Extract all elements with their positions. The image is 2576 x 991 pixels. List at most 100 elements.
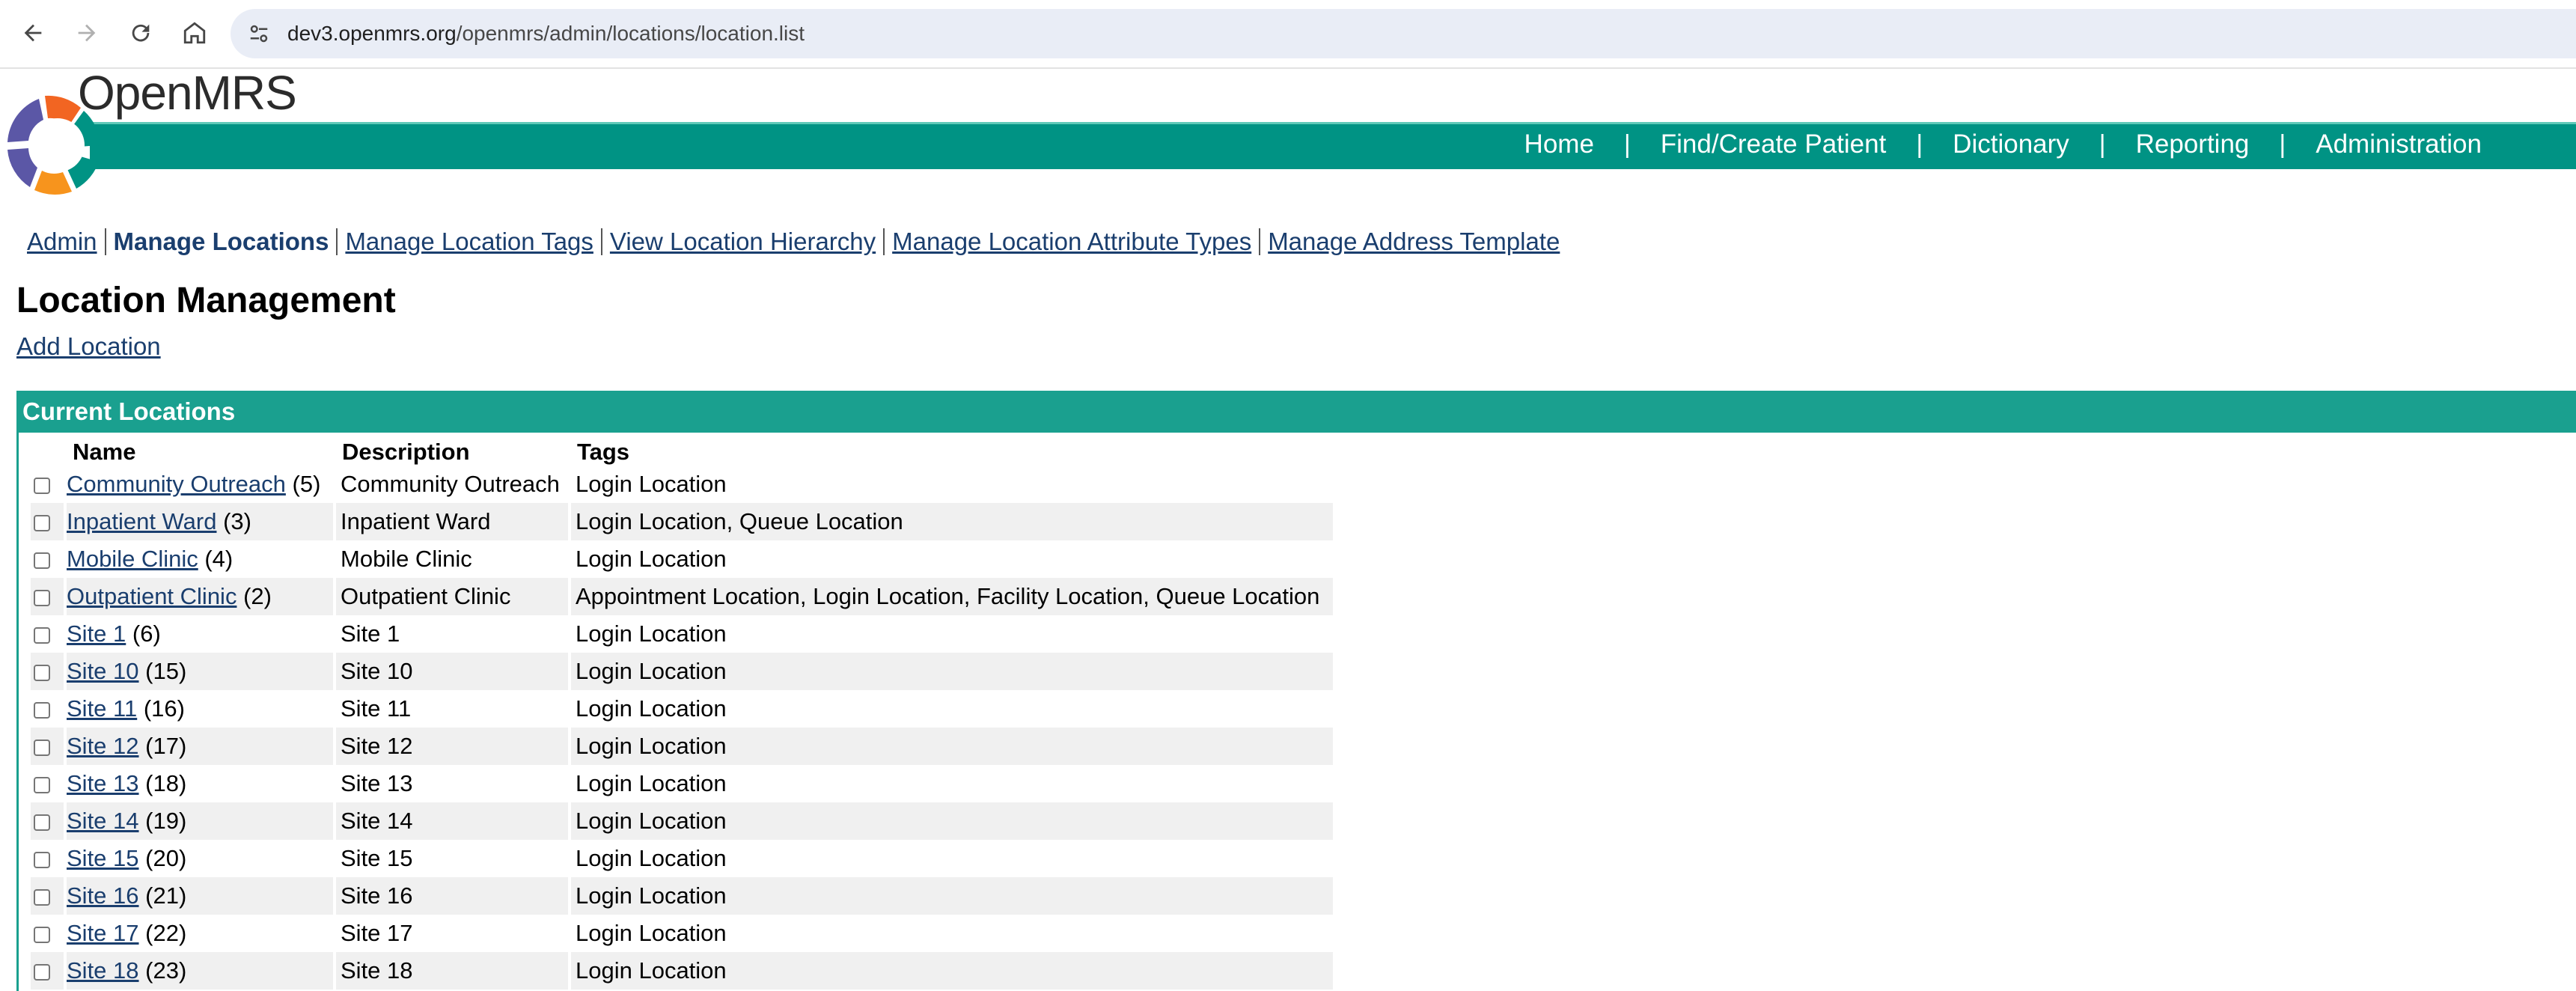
row-checkbox[interactable] (34, 888, 50, 906)
subnav-separator (883, 228, 885, 255)
subnav-manage-address-template[interactable]: Manage Address Template (1268, 228, 1560, 256)
reload-icon[interactable] (124, 16, 157, 49)
row-select-cell (31, 690, 67, 728)
forward-icon[interactable] (70, 16, 103, 49)
location-link[interactable]: Site 12 (67, 733, 139, 759)
nav-reporting[interactable]: Reporting (2106, 129, 2280, 159)
table-row: Site 1 (6) Site 1 Login Location (31, 615, 1336, 653)
location-id: (17) (145, 733, 187, 759)
subnav-separator (1259, 228, 1261, 255)
location-name-cell: Mobile Clinic (4) (65, 540, 336, 578)
column-description: Description (342, 439, 470, 465)
subnav-view-location-hierarchy[interactable]: View Location Hierarchy (610, 228, 876, 256)
table-row: Site 10 (15) Site 10 Login Location (31, 653, 1336, 690)
location-description: Site 14 (335, 802, 571, 840)
subnav-separator (600, 228, 602, 255)
location-name-cell: Site 13 (18) (65, 765, 336, 802)
subnav-separator (336, 228, 338, 255)
row-select-cell (31, 765, 67, 802)
row-checkbox[interactable] (34, 776, 50, 793)
row-checkbox[interactable] (34, 963, 50, 981)
openmrs-logo-icon[interactable] (4, 93, 111, 198)
url-path: /openmrs/admin/locations/location.list (456, 22, 805, 45)
location-name-cell: Outpatient Clinic (2) (65, 578, 336, 615)
subnav-admin[interactable]: Admin (27, 228, 97, 256)
location-link[interactable]: Site 15 (67, 845, 139, 871)
location-description: Site 10 (335, 653, 571, 690)
browser-toolbar: dev3.openmrs.org/openmrs/admin/locations… (0, 0, 2576, 69)
row-select-cell (31, 877, 67, 915)
row-select-cell (31, 615, 67, 653)
row-checkbox[interactable] (34, 814, 50, 831)
nav-dictionary[interactable]: Dictionary (1923, 129, 2099, 159)
row-checkbox[interactable] (34, 664, 50, 681)
nav-administration[interactable]: Administration (2286, 129, 2512, 159)
location-link[interactable]: Site 13 (67, 770, 139, 796)
location-subnav: Admin Manage Locations Manage Location T… (27, 225, 1560, 259)
url-text[interactable]: dev3.openmrs.org/openmrs/admin/locations… (287, 19, 805, 48)
row-select-cell (31, 653, 67, 690)
table-row: Community Outreach (5) Community Outreach… (31, 466, 1336, 503)
location-description: Community Outreach (335, 466, 571, 503)
table-row: Site 15 (20) Site 15 Login Location (31, 840, 1336, 877)
add-location-link[interactable]: Add Location (16, 332, 161, 361)
location-id: (23) (145, 957, 187, 984)
home-icon[interactable] (178, 16, 211, 49)
location-tags: Login Location (570, 615, 1336, 653)
location-description: Site 17 (335, 915, 571, 952)
row-checkbox[interactable] (34, 477, 50, 494)
location-id: (4) (204, 546, 234, 572)
table-row: Inpatient Ward (3) Inpatient Ward Login Lo… (31, 503, 1336, 540)
nav-separator: | (2099, 129, 2106, 159)
subnav-manage-location-attribute-types[interactable]: Manage Location Attribute Types (892, 228, 1251, 256)
subnav-manage-location-tags[interactable]: Manage Location Tags (345, 228, 593, 256)
address-bar[interactable]: dev3.openmrs.org/openmrs/admin/locations… (231, 9, 2576, 58)
location-link[interactable]: Site 10 (67, 658, 139, 684)
row-checkbox[interactable] (34, 589, 50, 606)
row-select-cell (31, 840, 67, 877)
nav-separator: | (2279, 129, 2286, 159)
location-name-cell: Site 10 (15) (65, 653, 336, 690)
location-name-cell: Site 12 (17) (65, 728, 336, 765)
location-id: (20) (145, 845, 187, 871)
row-checkbox[interactable] (34, 514, 50, 531)
row-checkbox[interactable] (34, 926, 50, 943)
row-checkbox[interactable] (34, 739, 50, 756)
table-row: Outpatient Clinic (2) Outpatient Clinic Ap… (31, 578, 1336, 615)
nav-home[interactable]: Home (1495, 129, 1624, 159)
location-link[interactable]: Site 11 (67, 695, 137, 722)
nav-find-create-patient[interactable]: Find/Create Patient (1631, 129, 1917, 159)
location-link[interactable]: Site 18 (67, 957, 139, 984)
location-name-cell: Site 15 (20) (65, 840, 336, 877)
location-description: Site 12 (335, 728, 571, 765)
location-tags: Login Location (570, 653, 1336, 690)
location-tags: Login Location, Queue Location (570, 503, 1336, 540)
location-description: Outpatient Clinic (335, 578, 571, 615)
location-link[interactable]: Community Outreach (67, 471, 286, 497)
location-link[interactable]: Mobile Clinic (67, 546, 198, 572)
location-link[interactable]: Outpatient Clinic (67, 583, 236, 609)
location-tags: Login Location (570, 728, 1336, 765)
location-tags: Login Location (570, 765, 1336, 802)
location-description: Inpatient Ward (335, 503, 571, 540)
location-link[interactable]: Site 17 (67, 920, 139, 946)
location-link[interactable]: Inpatient Ward (67, 508, 216, 534)
row-checkbox[interactable] (34, 626, 50, 644)
column-select (31, 433, 65, 466)
location-link[interactable]: Site 1 (67, 620, 126, 647)
table-row: Site 18 (23) Site 18 Login Location (31, 952, 1336, 990)
location-id: (16) (143, 695, 185, 722)
location-link[interactable]: Site 16 (67, 882, 139, 909)
location-link[interactable]: Site 14 (67, 808, 139, 834)
back-icon[interactable] (16, 16, 49, 49)
row-checkbox[interactable] (34, 851, 50, 868)
location-tags: Login Location (570, 540, 1336, 578)
subnav-separator (104, 228, 106, 255)
location-name-cell: Inpatient Ward (3) (65, 503, 336, 540)
main-nav: Home | Find/Create Patient | Dictionary … (1495, 122, 2512, 167)
location-tags: Appointment Location, Login Location, Fa… (570, 578, 1336, 615)
location-id: (21) (145, 882, 187, 909)
site-info-icon[interactable] (244, 19, 274, 49)
row-checkbox[interactable] (34, 552, 50, 569)
row-checkbox[interactable] (34, 701, 50, 719)
